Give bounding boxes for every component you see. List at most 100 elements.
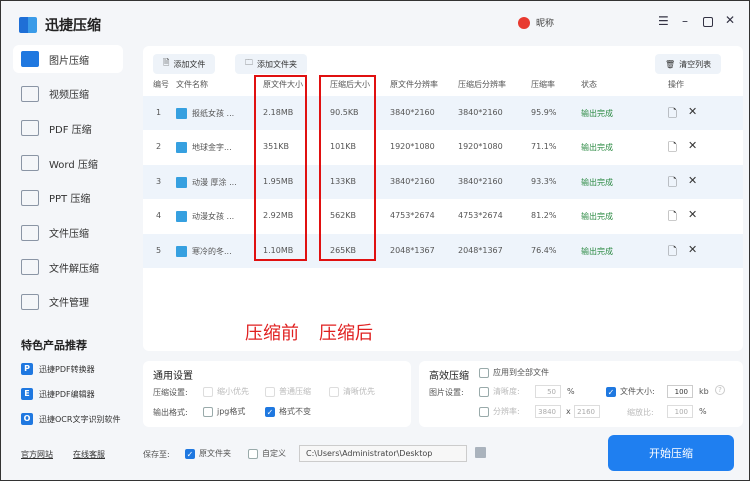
table-row[interactable]: 4 动漫女孩 ... 2.92MB 562KB 4753*2674 4753*2674 81…	[143, 199, 743, 233]
app-logo: 迅捷压缩	[19, 15, 101, 35]
minimize-button[interactable]: –	[682, 14, 688, 28]
cell: 3	[156, 177, 161, 186]
before-label: 压缩前	[245, 323, 299, 344]
table-row[interactable]: 1 报纸女孩 ... 2.18MB 90.5KB 3840*2160 3840*2160 9…	[143, 96, 743, 130]
open-folder-icon[interactable]: 🗋	[668, 243, 677, 262]
filesize-option[interactable]: ✓ 文件大小:	[606, 386, 655, 397]
cell: 3840*2160	[458, 108, 503, 117]
checkbox[interactable]	[329, 386, 339, 397]
save-original-folder[interactable]: ✓ 原文件夹	[185, 448, 231, 459]
sidebar-item-icon	[21, 120, 39, 137]
product-link-1[interactable]: E 迅捷PDF编辑器	[21, 388, 95, 400]
checkbox-checked[interactable]: ✓	[185, 448, 195, 459]
start-compress-button[interactable]: 开始压缩	[608, 435, 734, 471]
remove-icon[interactable]: ✕	[688, 208, 697, 221]
add-folder-button[interactable]: 🗀 添加文件夹	[235, 54, 307, 74]
sidebar-item-4[interactable]: PPT 压缩	[13, 184, 123, 212]
format-jpg[interactable]: jpg格式	[203, 406, 245, 417]
help-icon[interactable]: ?	[715, 385, 725, 395]
clarity-option[interactable]: 清晰度:	[479, 386, 520, 397]
scale-input[interactable]: 100	[667, 405, 693, 418]
sidebar-item-1[interactable]: 视频压缩	[13, 80, 123, 108]
official-site-link[interactable]: 官方网站	[21, 449, 53, 460]
option-smaller[interactable]: 缩小优先	[203, 386, 249, 397]
cell-text: 1920*1080	[390, 142, 435, 152]
menu-icon[interactable]: ☰	[658, 14, 669, 28]
cell: 71.1%	[531, 142, 556, 151]
cell: 2	[156, 142, 161, 151]
resolution-option[interactable]: 分辨率:	[479, 406, 520, 417]
sidebar-item-icon	[21, 224, 39, 241]
cell-text: 93.3%	[531, 176, 557, 186]
option-label: 应用到全部文件	[493, 368, 549, 377]
format-keep[interactable]: ✓ 格式不变	[265, 406, 311, 417]
checkbox-checked[interactable]: ✓	[265, 406, 275, 417]
product-icon: P	[21, 363, 33, 375]
remove-icon[interactable]: ✕	[688, 174, 697, 187]
clarity-input[interactable]: 50	[535, 385, 561, 398]
cell: 报纸女孩 ...	[176, 108, 234, 119]
image-file-icon	[176, 108, 187, 119]
cell: 95.9%	[531, 108, 556, 117]
product-icon: O	[21, 413, 33, 425]
logo-icon	[19, 17, 37, 33]
resolution-height-input[interactable]: 2160	[574, 405, 600, 418]
sidebar-item-5[interactable]: 文件压缩	[13, 219, 123, 247]
checkbox[interactable]	[479, 406, 489, 417]
cell: 输出完成	[581, 211, 613, 222]
table-row[interactable]: 3 动漫 厚涂 ... 1.95MB 133KB 3840*2160 3840*2160 9…	[143, 164, 743, 199]
avatar	[518, 16, 530, 29]
checkbox[interactable]	[265, 386, 275, 397]
option-label: 缩小优先	[217, 387, 249, 396]
maximize-button[interactable]	[703, 17, 713, 27]
cell-text: 输出完成	[581, 177, 613, 187]
open-folder-icon[interactable]: 🗋	[668, 174, 677, 193]
kb-unit: kb	[699, 387, 709, 396]
remove-icon[interactable]: ✕	[688, 243, 697, 256]
table-row[interactable]: 5 寒冷的冬... 1.10MB 265KB 2048*1367 2048*1367 76.…	[143, 233, 743, 268]
table-row[interactable]: 2 地球金字... 351KB 101KB 1920*1080 1920*1080 71.1…	[143, 130, 743, 164]
app-window: 迅捷压缩 昵称 ☰ – ✕ 图片压缩视频压缩 PDF 压缩 Word 压缩 PPT 压…	[0, 0, 750, 481]
checkbox[interactable]	[203, 406, 213, 417]
clear-list-button[interactable]: 🗑 清空列表	[655, 54, 722, 74]
filesize-input[interactable]: 100	[667, 385, 693, 398]
general-settings-title: 通用设置	[153, 371, 193, 382]
remove-icon[interactable]: ✕	[688, 139, 697, 152]
checkbox[interactable]	[479, 367, 489, 378]
open-folder-icon[interactable]: 🗋	[668, 139, 677, 158]
sidebar-item-6[interactable]: 文件解压缩	[13, 253, 123, 281]
sidebar-item-3[interactable]: Word 压缩	[13, 149, 123, 177]
sidebar-item-label: 文件解压缩	[49, 263, 99, 275]
product-link-2[interactable]: O 迅捷OCR文字识别软件	[21, 413, 120, 425]
checkbox[interactable]	[203, 386, 213, 397]
cell-text: 地球金字...	[192, 143, 232, 153]
folder-browse-icon[interactable]	[475, 447, 486, 458]
open-folder-icon[interactable]: 🗋	[668, 105, 677, 124]
checkbox[interactable]	[479, 386, 489, 397]
sidebar-item-2[interactable]: PDF 压缩	[13, 114, 123, 142]
option-clear[interactable]: 清晰优先	[329, 386, 375, 397]
user-profile[interactable]: 昵称	[518, 16, 554, 29]
cell-text: 动漫 厚涂 ...	[192, 177, 237, 187]
save-custom[interactable]: 自定义	[248, 448, 286, 459]
save-path-input[interactable]: C:\Users\Administrator\Desktop	[299, 445, 467, 462]
open-folder-icon[interactable]: 🗋	[668, 208, 677, 227]
cell: 5	[156, 246, 161, 255]
checkbox[interactable]	[248, 448, 258, 459]
product-link-0[interactable]: P 迅捷PDF转换器	[21, 363, 95, 375]
online-service-link[interactable]: 在线客服	[73, 449, 105, 460]
cell: 4753*2674	[458, 211, 503, 220]
option-label: 自定义	[262, 449, 286, 458]
option-normal[interactable]: 普通压缩	[265, 386, 311, 397]
checkbox-checked[interactable]: ✓	[606, 386, 616, 397]
cell-text: 寒冷的冬...	[192, 246, 232, 256]
sidebar-item-0[interactable]: 图片压缩	[13, 45, 123, 73]
close-button[interactable]: ✕	[725, 13, 735, 27]
resolution-width-input[interactable]: 3840	[535, 405, 561, 418]
cell: 2048*1367	[458, 246, 503, 255]
apply-all[interactable]: 应用到全部文件	[479, 367, 549, 378]
remove-icon[interactable]: ✕	[688, 105, 697, 118]
add-file-button[interactable]: 🗎 添加文件	[153, 54, 216, 74]
cell-text: 81.2%	[531, 211, 557, 221]
sidebar-item-7[interactable]: 文件管理	[13, 288, 123, 316]
